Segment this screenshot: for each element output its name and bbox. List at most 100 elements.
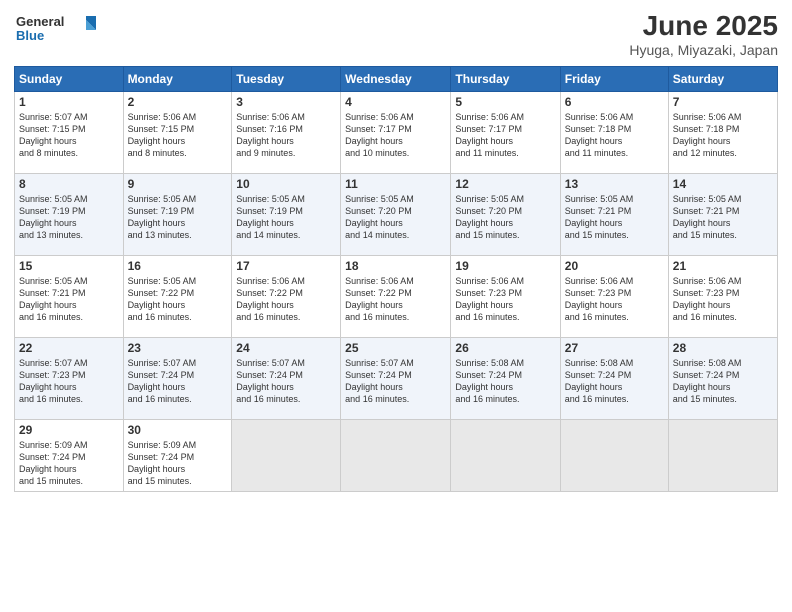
day-info: Sunrise: 5:05 AMSunset: 7:19 PMDaylight … bbox=[236, 193, 336, 242]
table-row: 24Sunrise: 5:07 AMSunset: 7:24 PMDayligh… bbox=[232, 338, 341, 420]
location: Hyuga, Miyazaki, Japan bbox=[629, 42, 778, 58]
day-info: Sunrise: 5:06 AMSunset: 7:17 PMDaylight … bbox=[455, 111, 555, 160]
day-info: Sunrise: 5:07 AMSunset: 7:24 PMDaylight … bbox=[345, 357, 446, 406]
day-info: Sunrise: 5:09 AMSunset: 7:24 PMDaylight … bbox=[19, 439, 119, 488]
day-info: Sunrise: 5:05 AMSunset: 7:21 PMDaylight … bbox=[673, 193, 773, 242]
day-number: 18 bbox=[345, 259, 446, 273]
day-info: Sunrise: 5:05 AMSunset: 7:19 PMDaylight … bbox=[19, 193, 119, 242]
header-row: Sunday Monday Tuesday Wednesday Thursday… bbox=[15, 67, 778, 92]
table-row: 7 Sunrise: 5:06 AMSunset: 7:18 PMDaylight… bbox=[668, 92, 777, 174]
table-row: 13 Sunrise: 5:05 AMSunset: 7:21 PMDayligh… bbox=[560, 174, 668, 256]
title-section: June 2025 Hyuga, Miyazaki, Japan bbox=[629, 10, 778, 58]
table-row: 6Sunrise: 5:06 AMSunset: 7:18 PMDaylight… bbox=[560, 92, 668, 174]
table-row: 4 Sunrise: 5:06 AMSunset: 7:17 PMDaylight… bbox=[341, 92, 451, 174]
day-number: 4 bbox=[345, 95, 446, 109]
col-tuesday: Tuesday bbox=[232, 67, 341, 92]
day-info: Sunrise: 5:05 AMSunset: 7:20 PMDaylight … bbox=[455, 193, 555, 242]
table-row: 17 Sunrise: 5:06 AMSunset: 7:22 PMDayligh… bbox=[232, 256, 341, 338]
day-number: 27 bbox=[565, 341, 664, 355]
day-info: Sunrise: 5:05 AMSunset: 7:20 PMDaylight … bbox=[345, 193, 446, 242]
table-row: 25 Sunrise: 5:07 AMSunset: 7:24 PMDayligh… bbox=[341, 338, 451, 420]
day-number: 22 bbox=[19, 341, 119, 355]
day-number: 7 bbox=[673, 95, 773, 109]
logo: General Blue bbox=[14, 10, 104, 53]
table-row: 22 Sunrise: 5:07 AMSunset: 7:23 PMDayligh… bbox=[15, 338, 124, 420]
col-thursday: Thursday bbox=[451, 67, 560, 92]
day-info: Sunrise: 5:06 AMSunset: 7:18 PMDaylight … bbox=[673, 111, 773, 160]
day-number: 29 bbox=[19, 423, 119, 437]
day-number: 19 bbox=[455, 259, 555, 273]
table-row: 12 Sunrise: 5:05 AMSunset: 7:20 PMDayligh… bbox=[451, 174, 560, 256]
day-info: Sunrise: 5:06 AMSunset: 7:18 PMDaylight … bbox=[565, 111, 664, 160]
table-row: 27 Sunrise: 5:08 AMSunset: 7:24 PMDayligh… bbox=[560, 338, 668, 420]
table-row: 23Sunrise: 5:07 AMSunset: 7:24 PMDayligh… bbox=[123, 338, 232, 420]
svg-text:Blue: Blue bbox=[16, 28, 44, 43]
day-info: Sunrise: 5:06 AMSunset: 7:16 PMDaylight … bbox=[236, 111, 336, 160]
table-row: 10 Sunrise: 5:05 AMSunset: 7:19 PMDayligh… bbox=[232, 174, 341, 256]
day-number: 2 bbox=[128, 95, 228, 109]
day-info: Sunrise: 5:06 AMSunset: 7:22 PMDaylight … bbox=[236, 275, 336, 324]
logo-icon: General Blue bbox=[14, 10, 104, 48]
table-row bbox=[341, 420, 451, 492]
day-info: Sunrise: 5:05 AMSunset: 7:21 PMDaylight … bbox=[19, 275, 119, 324]
table-row: 9Sunrise: 5:05 AMSunset: 7:19 PMDaylight… bbox=[123, 174, 232, 256]
day-number: 16 bbox=[128, 259, 228, 273]
day-number: 13 bbox=[565, 177, 664, 191]
table-row: 26 Sunrise: 5:08 AMSunset: 7:24 PMDayligh… bbox=[451, 338, 560, 420]
day-number: 24 bbox=[236, 341, 336, 355]
table-row: 16 Sunrise: 5:05 AMSunset: 7:22 PMDayligh… bbox=[123, 256, 232, 338]
logo-content: General Blue bbox=[14, 10, 104, 53]
table-row: 5 Sunrise: 5:06 AMSunset: 7:17 PMDaylight… bbox=[451, 92, 560, 174]
day-number: 30 bbox=[128, 423, 228, 437]
day-info: Sunrise: 5:06 AMSunset: 7:23 PMDaylight … bbox=[673, 275, 773, 324]
day-info: Sunrise: 5:06 AMSunset: 7:22 PMDaylight … bbox=[345, 275, 446, 324]
day-info: Sunrise: 5:08 AMSunset: 7:24 PMDaylight … bbox=[565, 357, 664, 406]
col-sunday: Sunday bbox=[15, 67, 124, 92]
day-number: 20 bbox=[565, 259, 664, 273]
col-monday: Monday bbox=[123, 67, 232, 92]
table-row: 30 Sunrise: 5:09 AMSunset: 7:24 PMDayligh… bbox=[123, 420, 232, 492]
day-number: 14 bbox=[673, 177, 773, 191]
svg-text:General: General bbox=[16, 14, 64, 29]
table-row: 18 Sunrise: 5:06 AMSunset: 7:22 PMDayligh… bbox=[341, 256, 451, 338]
table-row: 3 Sunrise: 5:06 AMSunset: 7:16 PMDaylight… bbox=[232, 92, 341, 174]
day-info: Sunrise: 5:06 AMSunset: 7:23 PMDaylight … bbox=[565, 275, 664, 324]
calendar-page: General Blue June 2025 Hyuga, Miyazaki, … bbox=[0, 0, 792, 612]
table-row bbox=[232, 420, 341, 492]
day-number: 8 bbox=[19, 177, 119, 191]
day-number: 21 bbox=[673, 259, 773, 273]
day-info: Sunrise: 5:07 AMSunset: 7:15 PMDaylight … bbox=[19, 111, 119, 160]
day-number: 10 bbox=[236, 177, 336, 191]
table-row: 1 Sunrise: 5:07 AMSunset: 7:15 PMDaylight… bbox=[15, 92, 124, 174]
table-row bbox=[451, 420, 560, 492]
day-number: 5 bbox=[455, 95, 555, 109]
day-info: Sunrise: 5:05 AMSunset: 7:21 PMDaylight … bbox=[565, 193, 664, 242]
day-info: Sunrise: 5:07 AMSunset: 7:23 PMDaylight … bbox=[19, 357, 119, 406]
day-number: 9 bbox=[128, 177, 228, 191]
day-info: Sunrise: 5:09 AMSunset: 7:24 PMDaylight … bbox=[128, 439, 228, 488]
day-number: 1 bbox=[19, 95, 119, 109]
day-number: 3 bbox=[236, 95, 336, 109]
calendar-table: Sunday Monday Tuesday Wednesday Thursday… bbox=[14, 66, 778, 492]
day-info: Sunrise: 5:08 AMSunset: 7:24 PMDaylight … bbox=[673, 357, 773, 406]
day-number: 28 bbox=[673, 341, 773, 355]
header: General Blue June 2025 Hyuga, Miyazaki, … bbox=[14, 10, 778, 58]
day-number: 17 bbox=[236, 259, 336, 273]
month-title: June 2025 bbox=[629, 10, 778, 42]
day-number: 26 bbox=[455, 341, 555, 355]
day-info: Sunrise: 5:06 AMSunset: 7:17 PMDaylight … bbox=[345, 111, 446, 160]
day-number: 12 bbox=[455, 177, 555, 191]
day-number: 25 bbox=[345, 341, 446, 355]
table-row: 2 Sunrise: 5:06 AMSunset: 7:15 PMDaylight… bbox=[123, 92, 232, 174]
table-row bbox=[668, 420, 777, 492]
col-friday: Friday bbox=[560, 67, 668, 92]
table-row: 14 Sunrise: 5:05 AMSunset: 7:21 PMDayligh… bbox=[668, 174, 777, 256]
col-saturday: Saturday bbox=[668, 67, 777, 92]
day-info: Sunrise: 5:05 AMSunset: 7:22 PMDaylight … bbox=[128, 275, 228, 324]
table-row: 15Sunrise: 5:05 AMSunset: 7:21 PMDayligh… bbox=[15, 256, 124, 338]
table-row: 20 Sunrise: 5:06 AMSunset: 7:23 PMDayligh… bbox=[560, 256, 668, 338]
day-info: Sunrise: 5:06 AMSunset: 7:15 PMDaylight … bbox=[128, 111, 228, 160]
table-row: 29 Sunrise: 5:09 AMSunset: 7:24 PMDayligh… bbox=[15, 420, 124, 492]
table-row: 19Sunrise: 5:06 AMSunset: 7:23 PMDayligh… bbox=[451, 256, 560, 338]
day-info: Sunrise: 5:08 AMSunset: 7:24 PMDaylight … bbox=[455, 357, 555, 406]
